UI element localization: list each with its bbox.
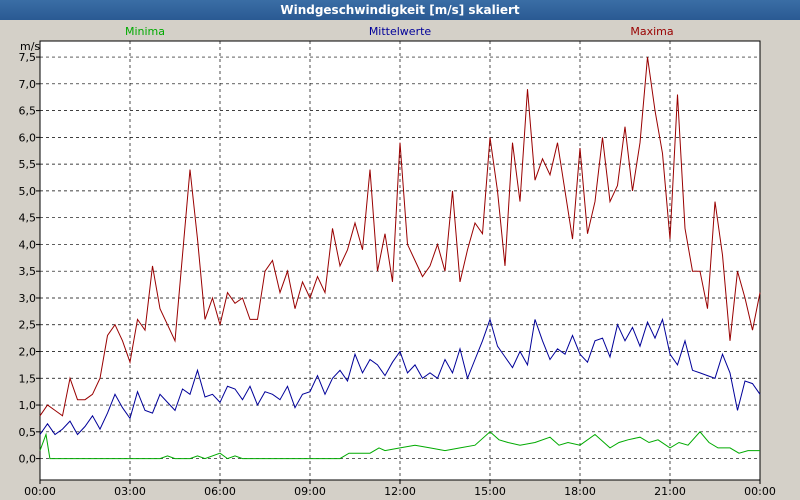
x-tick-time: 03:00: [114, 485, 146, 498]
legend-maxima: Maxima: [630, 25, 673, 38]
y-axis-label: m/s: [20, 40, 40, 53]
y-tick-label: 5,0: [19, 185, 37, 198]
legend: Minima Mittelwerte Maxima: [125, 25, 674, 38]
x-tick-time: 06:00: [204, 485, 236, 498]
chart-area: 0,0 0,5 1,0 1,5 2,0 2,5 3,0 3,5 4,0 4,5 5,0 5,5 6,0 6…: [19, 20, 800, 500]
y-tick-label: 7,5: [19, 51, 37, 64]
y-tick-label: 2,5: [19, 319, 37, 332]
scrollbar-track: [780, 20, 800, 500]
y-tick-label: 2,0: [19, 346, 37, 359]
x-tick-time: 18:00: [564, 485, 596, 498]
x-tick-time: 09:00: [294, 485, 326, 498]
x-axis-ticks: 00:0005.03.2003:0005.03.2006:0005.03.200…: [24, 480, 776, 498]
x-tick-time: 21:00: [654, 485, 686, 498]
y-tick-label: 5,5: [19, 158, 37, 171]
y-tick-label: 1,5: [19, 372, 37, 385]
y-axis-ticks: 0,0 0,5 1,0 1,5 2,0 2,5 3,0 3,5 4,0 4,5 5,0 5,5 6,0 6…: [19, 51, 40, 466]
chart-title: Windgeschwindigkeit [m/s] skaliert: [0, 0, 800, 20]
legend-mittelwerte: Mittelwerte: [369, 25, 432, 38]
y-tick-label: 0,0: [19, 453, 37, 466]
x-tick-time: 15:00: [474, 485, 506, 498]
x-tick-time: 00:00: [744, 485, 776, 498]
y-tick-label: 1,0: [19, 399, 37, 412]
y-tick-label: 3,0: [19, 292, 37, 305]
y-tick-label: 7,0: [19, 78, 37, 91]
y-tick-label: 3,5: [19, 265, 37, 278]
y-tick-label: 4,5: [19, 212, 37, 225]
x-tick-time: 00:00: [24, 485, 56, 498]
legend-minima: Minima: [125, 25, 165, 38]
y-tick-label: 6,5: [19, 105, 37, 118]
x-tick-time: 12:00: [384, 485, 416, 498]
y-tick-label: 6,0: [19, 131, 37, 144]
y-tick-label: 0,5: [19, 426, 37, 439]
y-tick-label: 4,0: [19, 238, 37, 251]
